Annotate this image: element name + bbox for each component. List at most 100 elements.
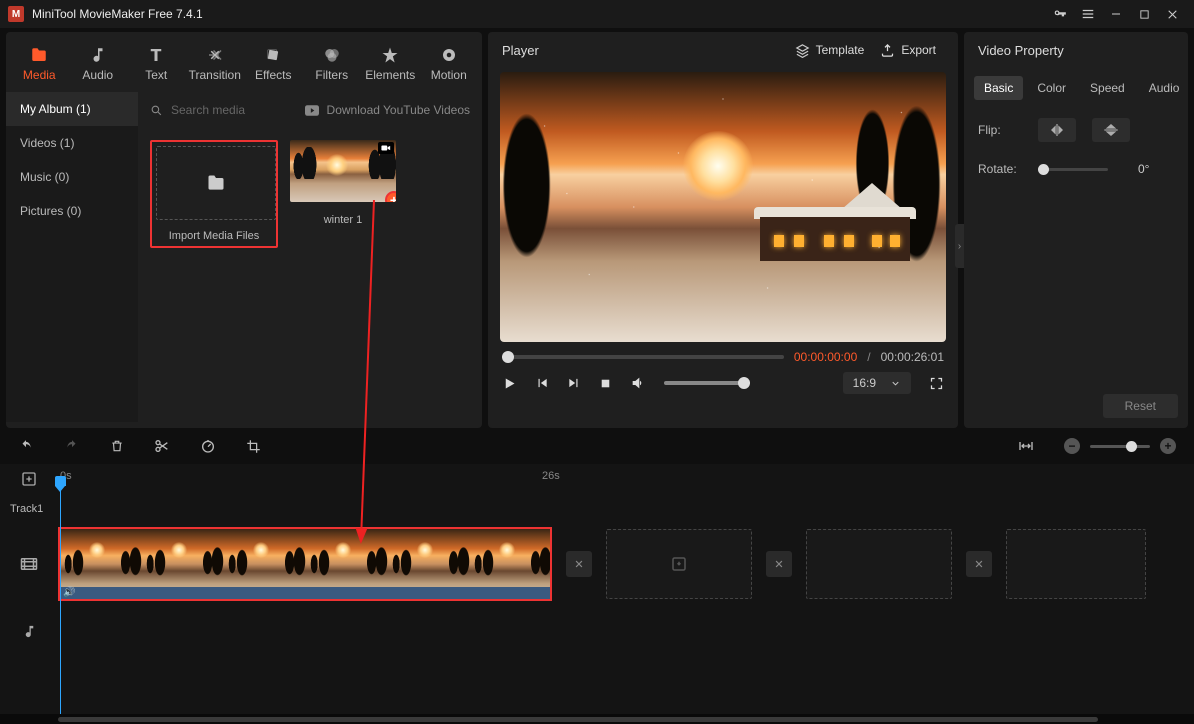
key-icon[interactable]	[1046, 0, 1074, 28]
tab-filters[interactable]: Filters	[303, 40, 362, 92]
playhead[interactable]	[60, 482, 61, 714]
search-input[interactable]: Search media	[171, 103, 297, 117]
delete-button[interactable]	[110, 438, 124, 454]
split-button[interactable]	[154, 438, 170, 454]
transition-slot[interactable]	[566, 551, 592, 577]
tab-transition-label: Transition	[189, 68, 241, 82]
template-icon	[795, 43, 810, 58]
fit-button[interactable]	[1018, 439, 1034, 453]
play-button[interactable]	[502, 376, 517, 391]
player-panel: Player Template Export	[488, 32, 958, 428]
motion-icon	[440, 46, 458, 64]
tab-audio-prop[interactable]: Audio	[1139, 76, 1190, 100]
tab-transition[interactable]: Transition	[186, 40, 245, 92]
rotate-label: Rotate:	[978, 162, 1022, 176]
aspect-ratio-value: 16:9	[853, 376, 876, 390]
fullscreen-button[interactable]	[929, 376, 944, 391]
zoom-slider[interactable]	[1090, 445, 1150, 448]
undo-button[interactable]	[18, 439, 34, 453]
timeline: Track1 0s 26s 🔊	[0, 464, 1194, 714]
tab-speed[interactable]: Speed	[1080, 76, 1135, 100]
tab-motion[interactable]: Motion	[420, 40, 479, 92]
minimize-button[interactable]	[1102, 0, 1130, 28]
media-panel: Media Audio Text Transition Effects Filt…	[6, 32, 482, 428]
export-button[interactable]: Export	[872, 43, 944, 58]
zoom-in-button[interactable]: +	[1160, 438, 1176, 454]
transition-slot[interactable]	[966, 551, 992, 577]
flip-vertical-button[interactable]	[1092, 118, 1130, 142]
timeline-scrollbar[interactable]	[0, 714, 1194, 724]
volume-slider[interactable]	[664, 381, 750, 385]
video-property-panel: › Video Property Basic Color Speed Audio…	[964, 32, 1188, 428]
tab-filters-label: Filters	[315, 68, 348, 82]
media-clip-winter1[interactable]: + winter 1	[290, 140, 396, 248]
player-title: Player	[502, 43, 787, 58]
seek-slider[interactable]	[502, 355, 784, 359]
timeline-clip-winter1[interactable]: 🔊	[58, 527, 552, 601]
search-icon	[150, 104, 163, 117]
import-media-label: Import Media Files	[156, 230, 272, 242]
effects-icon	[264, 46, 282, 64]
reset-button[interactable]: Reset	[1103, 394, 1178, 418]
tab-effects[interactable]: Effects	[244, 40, 303, 92]
maximize-button[interactable]	[1130, 0, 1158, 28]
zoom-out-button[interactable]: −	[1064, 438, 1080, 454]
collapse-panel-button[interactable]: ›	[955, 224, 964, 268]
rotate-value: 0°	[1138, 162, 1149, 176]
menu-icon[interactable]	[1074, 0, 1102, 28]
add-track-button[interactable]	[0, 464, 58, 494]
aspect-ratio-dropdown[interactable]: 16:9	[843, 372, 911, 394]
video-track-icon	[0, 524, 58, 604]
chevron-down-icon	[890, 378, 901, 389]
template-button[interactable]: Template	[787, 43, 873, 58]
time-duration: 00:00:26:01	[881, 350, 944, 364]
close-button[interactable]	[1158, 0, 1186, 28]
tab-media[interactable]: Media	[10, 40, 69, 92]
tab-color[interactable]: Color	[1027, 76, 1076, 100]
add-to-timeline-button[interactable]: +	[385, 191, 396, 202]
rotate-slider[interactable]	[1038, 168, 1108, 171]
youtube-icon	[305, 105, 319, 116]
sidebar-item-my-album[interactable]: My Album (1)	[6, 92, 138, 126]
empty-clip-slot[interactable]	[606, 529, 752, 599]
tab-basic[interactable]: Basic	[974, 76, 1023, 100]
video-badge-icon	[378, 142, 394, 154]
tab-audio[interactable]: Audio	[69, 40, 128, 92]
audio-track-icon	[0, 604, 58, 658]
ruler-tick-26: 26s	[542, 470, 560, 482]
tab-media-label: Media	[23, 68, 56, 82]
next-frame-button[interactable]	[567, 376, 581, 390]
empty-clip-slot[interactable]	[806, 529, 952, 599]
download-youtube-link[interactable]: Download YouTube Videos	[327, 103, 470, 117]
main-toolbar: Media Audio Text Transition Effects Filt…	[6, 32, 482, 92]
sidebar-item-videos[interactable]: Videos (1)	[6, 126, 138, 160]
transition-slot[interactable]	[766, 551, 792, 577]
window-title: MiniTool MovieMaker Free 7.4.1	[32, 7, 1046, 21]
folder-icon	[29, 46, 49, 64]
import-media-button[interactable]: Import Media Files	[150, 140, 278, 248]
flip-horizontal-button[interactable]	[1038, 118, 1076, 142]
template-label: Template	[816, 43, 865, 57]
tab-effects-label: Effects	[255, 68, 291, 82]
redo-button[interactable]	[64, 439, 80, 453]
tab-text-label: Text	[145, 68, 167, 82]
sidebar-item-pictures[interactable]: Pictures (0)	[6, 194, 138, 228]
preview-viewport	[500, 72, 946, 342]
sidebar-item-music[interactable]: Music (0)	[6, 160, 138, 194]
timeline-ruler[interactable]: 0s 26s	[58, 464, 1194, 494]
tab-text[interactable]: Text	[127, 40, 186, 92]
speed-button[interactable]	[200, 438, 216, 454]
text-icon	[147, 46, 165, 64]
tab-elements[interactable]: Elements	[361, 40, 420, 92]
crop-button[interactable]	[246, 439, 261, 454]
app-logo-icon: M	[8, 6, 24, 22]
stop-button[interactable]	[599, 377, 612, 390]
media-clip-label: winter 1	[290, 214, 396, 226]
video-property-title: Video Property	[978, 43, 1174, 58]
track-label: Track1	[0, 494, 58, 524]
flip-label: Flip:	[978, 123, 1022, 137]
volume-icon[interactable]	[630, 375, 646, 391]
empty-clip-slot[interactable]	[1006, 529, 1146, 599]
prev-frame-button[interactable]	[535, 376, 549, 390]
folder-icon	[204, 173, 228, 193]
